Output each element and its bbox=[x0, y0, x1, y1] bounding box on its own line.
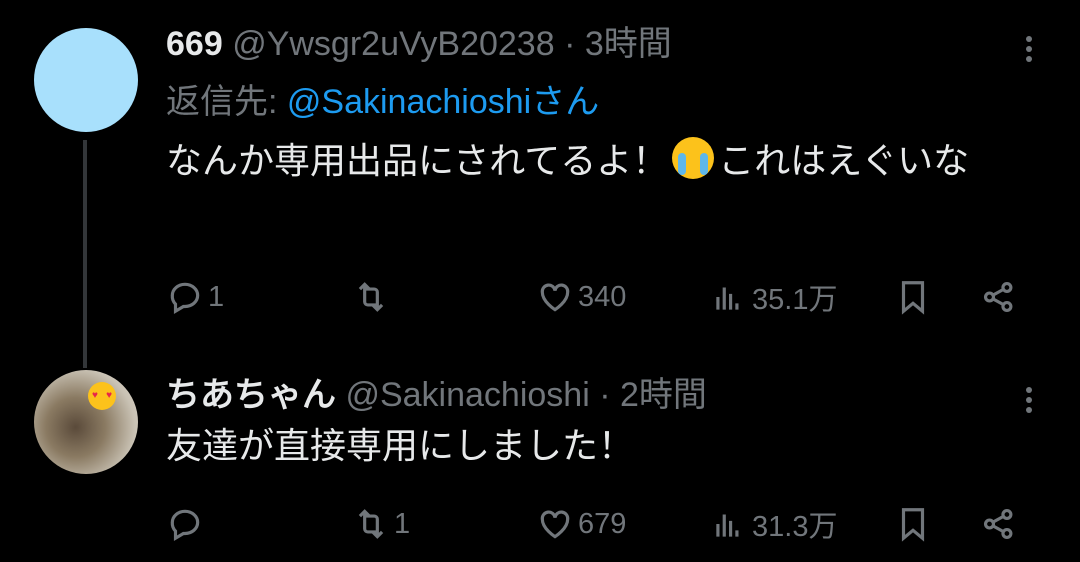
tweet-text: なんか専用出品にされてるよ！ これはえぐいな bbox=[166, 136, 1026, 186]
heart-icon bbox=[540, 510, 570, 539]
retweet-button[interactable] bbox=[352, 275, 394, 319]
separator-dot: · bbox=[599, 376, 611, 414]
tweet-text-part1: なんか専用出品にされてるよ！ bbox=[166, 140, 669, 181]
author-handle[interactable]: @Ywsgr2uVyB20238 bbox=[232, 25, 554, 63]
tweet-header: ちあちゃん @Sakinachioshi · 2時間 bbox=[166, 375, 707, 415]
author-handle[interactable]: @Sakinachioshi bbox=[345, 376, 589, 414]
retweet-icon bbox=[358, 509, 384, 539]
heart-icon bbox=[540, 283, 570, 312]
reply-prefix: 返信先: bbox=[166, 83, 287, 121]
like-count: 679 bbox=[578, 507, 627, 540]
tweet-actions: 1 340 35.1万 bbox=[166, 275, 1036, 319]
avatar[interactable]: ♥ ♥ bbox=[34, 370, 138, 474]
tweet-header: 669 @Ywsgr2uVyB20238 · 3時間 bbox=[166, 24, 672, 64]
views-button[interactable]: 35.1万 bbox=[710, 275, 837, 319]
bookmark-icon bbox=[901, 281, 925, 315]
tweet[interactable]: ♥ ♥ ちあちゃん @Sakinachioshi · 2時間 友達が直接専用にし… bbox=[0, 345, 1080, 562]
reply-context: 返信先: @Sakinachioshiさん bbox=[166, 82, 599, 122]
thread-line bbox=[83, 140, 87, 368]
analytics-icon bbox=[716, 514, 739, 537]
reply-icon bbox=[170, 509, 200, 542]
timestamp[interactable]: 2時間 bbox=[620, 376, 707, 414]
views-button[interactable]: 31.3万 bbox=[710, 502, 837, 546]
tweet-actions: 1 679 31.3万 bbox=[166, 502, 1036, 546]
author-name[interactable]: 669 bbox=[166, 25, 223, 63]
avatar[interactable] bbox=[34, 28, 138, 132]
bookmark-icon bbox=[901, 508, 925, 542]
bookmark-button[interactable] bbox=[894, 275, 932, 319]
reply-button[interactable] bbox=[166, 502, 208, 546]
analytics-icon bbox=[716, 287, 739, 310]
like-button[interactable]: 340 bbox=[536, 275, 626, 319]
reply-button[interactable]: 1 bbox=[166, 275, 224, 319]
retweet-icon bbox=[358, 282, 384, 312]
retweet-button[interactable]: 1 bbox=[352, 502, 410, 546]
retweet-count: 1 bbox=[394, 507, 411, 540]
bookmark-button[interactable] bbox=[894, 502, 932, 546]
share-icon bbox=[983, 508, 1013, 540]
smiling-face-with-heart-eyes-icon: ♥ ♥ bbox=[88, 382, 116, 410]
tweet[interactable]: 669 @Ywsgr2uVyB20238 · 3時間 返信先: @Sakinac… bbox=[0, 0, 1080, 368]
reply-mention-link[interactable]: @Sakinachioshiさん bbox=[287, 83, 599, 121]
loudly-crying-face-icon bbox=[672, 137, 715, 179]
reply-icon bbox=[170, 282, 200, 315]
timestamp[interactable]: 3時間 bbox=[585, 25, 672, 63]
more-options-icon[interactable] bbox=[1024, 32, 1034, 66]
reply-count: 1 bbox=[208, 280, 225, 313]
share-button[interactable] bbox=[980, 502, 1018, 546]
view-count: 35.1万 bbox=[752, 284, 838, 316]
share-icon bbox=[983, 281, 1013, 313]
tweet-text: 友達が直接専用にしました！ bbox=[166, 425, 635, 466]
like-count: 340 bbox=[578, 280, 627, 313]
more-options-icon[interactable] bbox=[1024, 383, 1034, 417]
author-name[interactable]: ちあちゃん bbox=[166, 376, 336, 414]
view-count: 31.3万 bbox=[752, 511, 838, 543]
tweet-text-part2: これはえぐいな bbox=[718, 140, 970, 181]
share-button[interactable] bbox=[980, 275, 1018, 319]
separator-dot: · bbox=[564, 25, 576, 63]
like-button[interactable]: 679 bbox=[536, 502, 626, 546]
